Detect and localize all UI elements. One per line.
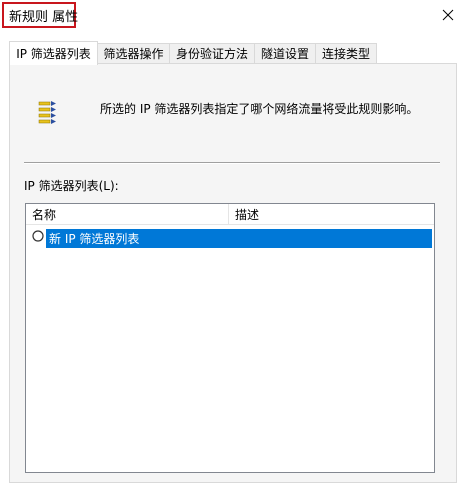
tab-strip: IP 筛选器列表 筛选器操作 身份验证方法 隧道设置 连接类型 <box>9 41 459 65</box>
separator <box>24 162 440 164</box>
tab-connection-type[interactable]: 连接类型 <box>315 43 377 63</box>
window-title: 新规则 属性 <box>2 2 79 28</box>
filter-list-view[interactable]: 名称 描述 新 IP 筛选器列表 <box>25 203 435 473</box>
window-title-text: 新规则 属性 <box>9 9 79 25</box>
radio-button[interactable] <box>32 230 44 242</box>
list-item-selected[interactable]: 新 IP 筛选器列表 <box>46 229 432 248</box>
tab-authentication[interactable]: 身份验证方法 <box>169 43 255 63</box>
tab-ip-filter-list[interactable]: IP 筛选器列表 <box>9 41 98 65</box>
column-header-label: 名称 <box>32 207 57 222</box>
tab-filter-action[interactable]: 筛选器操作 <box>97 43 170 63</box>
column-header-label: 描述 <box>235 207 260 222</box>
list-item[interactable]: 新 IP 筛选器列表 <box>26 226 434 248</box>
list-item-name: 新 IP 筛选器列表 <box>49 232 140 246</box>
filter-list-label: IP 筛选器列表(L): <box>24 179 119 193</box>
tab-label: 隧道设置 <box>260 47 309 61</box>
tab-tunnel-settings[interactable]: 隧道设置 <box>254 43 316 63</box>
close-icon <box>442 9 453 21</box>
tab-label: 筛选器操作 <box>103 47 164 61</box>
list-header: 名称 描述 <box>26 204 434 225</box>
column-header-name[interactable]: 名称 <box>26 204 229 224</box>
tab-label: IP 筛选器列表 <box>16 47 91 61</box>
close-button[interactable] <box>430 0 465 30</box>
panel-description: 所选的 IP 筛选器列表指定了哪个网络流量将受此规则影响。 <box>100 102 419 116</box>
tab-label: 身份验证方法 <box>175 47 248 61</box>
filter-rules-icon <box>38 101 56 124</box>
title-bar: 新规则 属性 <box>0 0 465 30</box>
tab-label: 连接类型 <box>321 47 370 61</box>
column-header-description[interactable]: 描述 <box>229 204 434 224</box>
